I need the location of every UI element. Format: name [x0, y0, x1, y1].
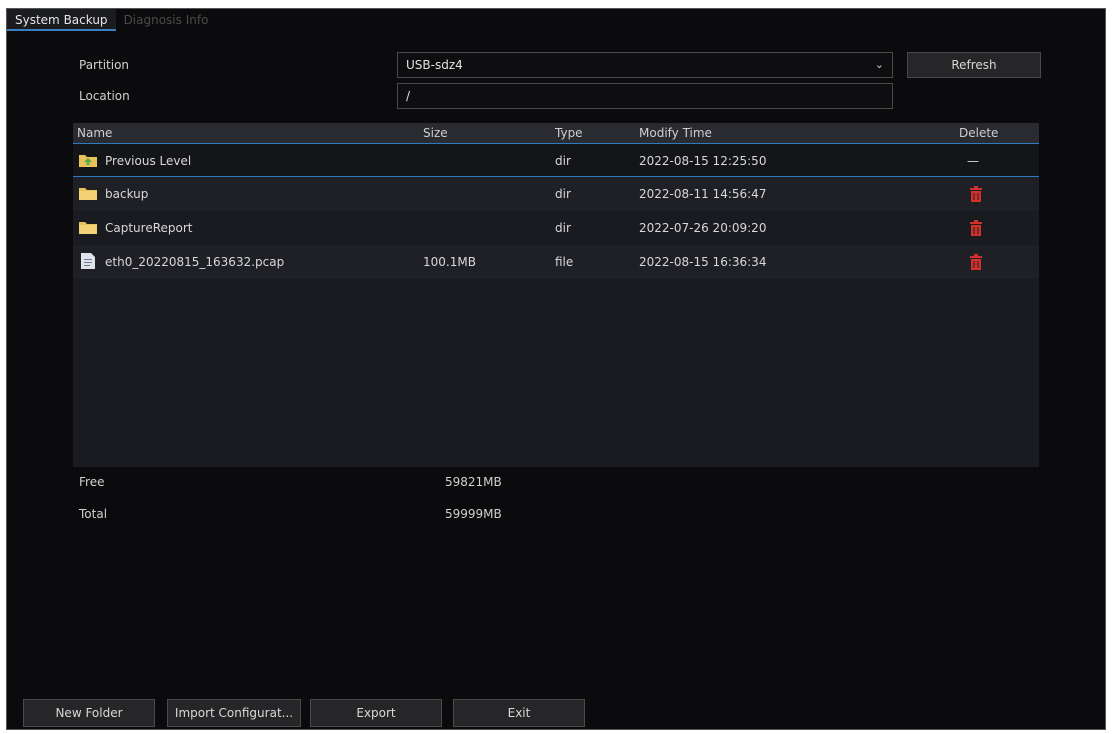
new-folder-button[interactable]: New Folder	[23, 699, 155, 727]
header-size[interactable]: Size	[423, 123, 448, 143]
chevron-down-icon: ⌄	[874, 58, 884, 71]
refresh-button[interactable]: Refresh	[907, 52, 1041, 78]
trash-icon[interactable]	[969, 254, 983, 270]
trash-icon[interactable]	[969, 186, 983, 202]
file-name: Previous Level	[105, 154, 192, 168]
file-modify-time: 2022-08-15 16:36:34	[639, 255, 767, 269]
location-label: Location	[79, 89, 130, 103]
folder-up-icon	[79, 155, 97, 167]
table-row[interactable]: CaptureReport dir 2022-07-26 20:09:20	[73, 211, 1039, 245]
file-table: Name Size Type Modify Time Delete Previo…	[73, 123, 1039, 467]
delete-disabled: —	[967, 154, 979, 168]
tab-system-backup[interactable]: System Backup	[7, 9, 116, 31]
file-modify-time: 2022-08-15 12:25:50	[639, 154, 767, 168]
partition-value: USB-sdz4	[406, 58, 463, 72]
total-label: Total	[79, 507, 108, 521]
location-input[interactable]: /	[397, 83, 893, 109]
table-row[interactable]: eth0_20220815_163632.pcap 100.1MB file 2…	[73, 245, 1039, 279]
folder-icon	[79, 222, 97, 234]
file-type: file	[555, 255, 574, 269]
table-row[interactable]: Previous Level dir 2022-08-15 12:25:50 —	[73, 143, 1039, 177]
tab-diagnosis-info[interactable]: Diagnosis Info	[116, 9, 217, 31]
trash-icon[interactable]	[969, 220, 983, 236]
total-value: 59999MB	[445, 507, 502, 521]
file-modify-time: 2022-07-26 20:09:20	[639, 221, 767, 235]
file-size: 100.1MB	[423, 255, 476, 269]
tab-bar: System Backup Diagnosis Info	[7, 9, 216, 31]
table-header: Name Size Type Modify Time Delete	[73, 123, 1039, 143]
file-name: CaptureReport	[105, 221, 193, 235]
free-label: Free	[79, 475, 105, 489]
export-button[interactable]: Export	[310, 699, 442, 727]
file-type: dir	[555, 221, 571, 235]
folder-icon	[79, 188, 97, 200]
partition-select[interactable]: USB-sdz4 ⌄	[397, 52, 893, 78]
header-delete: Delete	[959, 126, 999, 140]
partition-label: Partition	[79, 58, 130, 72]
header-type[interactable]: Type	[555, 123, 583, 143]
file-type: dir	[555, 187, 571, 201]
header-modify-time[interactable]: Modify Time	[639, 123, 712, 143]
header-name[interactable]: Name	[77, 123, 112, 143]
file-type: dir	[555, 154, 571, 168]
exit-button[interactable]: Exit	[453, 699, 585, 727]
file-modify-time: 2022-08-11 14:56:47	[639, 187, 767, 201]
import-configuration-button[interactable]: Import Configurat...	[167, 699, 301, 727]
file-name: eth0_20220815_163632.pcap	[105, 255, 285, 269]
file-icon	[81, 253, 95, 269]
free-value: 59821MB	[445, 475, 502, 489]
file-name: backup	[105, 187, 149, 201]
table-row[interactable]: backup dir 2022-08-11 14:56:47	[73, 177, 1039, 211]
system-backup-window: System Backup Diagnosis Info Partition U…	[6, 8, 1106, 730]
